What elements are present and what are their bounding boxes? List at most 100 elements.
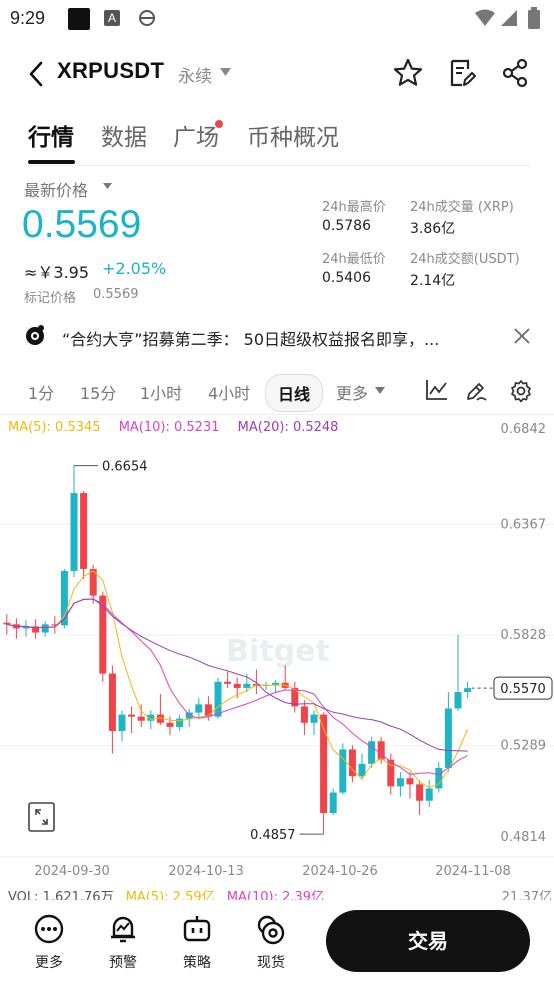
y-axis-tick-label: 0.5828 [501,628,547,643]
candle-up [214,681,222,717]
bottom-action-bar: 更多 预警 策略 现货 交易 [0,900,554,984]
volume-24h-value: 3.86亿 [410,221,456,237]
battery-icon [528,7,540,29]
high-24h-value: 0.5786 [322,218,371,234]
y-axis-tick-label: 0.5289 [501,739,547,754]
trade-button[interactable]: 交易 [326,910,530,972]
app-notification-icon [68,8,90,30]
candle-up [118,714,126,731]
candle-down [137,716,145,721]
high-24h-label: 24h最高价 [322,200,386,215]
x-axis-tick-label: 2024-10-13 [168,864,244,879]
indicator-icon[interactable] [426,379,448,401]
candle-down [233,683,241,688]
price-type-label[interactable]: 最新价格 [24,177,88,201]
candle-down [377,741,385,760]
candle-down [204,704,212,717]
candle-up [195,704,203,713]
candle-up [464,688,472,693]
x-axis-tick-label: 2024-11-08 [435,864,511,879]
mark-price-label: 标记价格 [24,291,77,306]
alert-bell-icon [111,916,135,943]
ma-legend: MA(5): 0.5345 MA(10): 0.5231 MA(20): 0.5… [8,420,339,435]
ma5-legend: MA(5) [8,420,47,435]
candle-up [368,741,376,764]
notice-banner[interactable]: “合约大亨”招募第二季： 50日超级权益报名即享，... [22,318,534,354]
timeframe-4h[interactable]: 4小时 [208,380,250,404]
candle-up [329,792,337,814]
candlestick-chart[interactable]: 0.6842 0.6367 0.5828 0.5289 0.4814 Bitget 0.66… [0,415,554,885]
status-time: 9:29 [10,8,46,28]
close-icon[interactable] [513,327,531,345]
share-icon[interactable] [501,58,529,88]
amount-24h-value: 2.14亿 [410,273,456,289]
candle-up [70,493,78,571]
timeframe-1m[interactable]: 1分 [28,380,54,404]
nav-spot[interactable]: 现货 [246,914,296,971]
candle-down [99,595,107,674]
spot-icon [257,915,285,945]
amount-24h-label: 24h成交额(USDT) [410,252,520,267]
nav-more-label: 更多 [35,955,63,971]
more-dropdown-icon[interactable] [374,386,386,395]
candle-up [358,763,366,777]
nav-more[interactable]: 更多 [24,914,74,971]
current-price-label: 0.5570 [500,682,546,697]
tab-data[interactable]: 数据 [101,118,147,152]
price-change: +2.05% [102,259,167,278]
candle-up [425,788,433,801]
ma10-value: 0.5231 [174,420,220,435]
timeframe-15m[interactable]: 15分 [80,380,116,404]
y-axis-tick-label: 0.6842 [501,422,547,437]
tabs-divider [24,165,530,166]
last-price: 0.5569 [22,203,142,246]
candle-down [416,784,424,801]
timeframe-1d[interactable]: 日线 [265,374,324,412]
tab-square-badge [215,120,223,128]
symbol-title[interactable]: XRPUSDT [57,58,164,84]
candle-down [166,722,174,727]
low-marker-label: 0.4857 [250,828,296,843]
signal-icon [501,10,517,26]
contract-type[interactable]: 永续 [178,62,212,87]
more-icon [34,914,64,944]
timeframe-more[interactable]: 更多 [336,380,368,404]
timeframe-1h[interactable]: 1小时 [140,380,182,404]
low-24h-label: 24h最低价 [322,252,386,267]
candle-down [3,622,11,625]
ma5-value: 0.5345 [55,420,101,435]
candle-up [444,708,452,768]
back-icon[interactable] [26,60,46,88]
ma10-legend: MA(10) [118,420,166,435]
x-axis-tick-label: 2024-09-30 [34,864,110,879]
tab-square[interactable]: 广场 [173,118,219,152]
note-edit-icon[interactable] [448,58,476,88]
candle-up [243,683,251,688]
status-bar: 9:29 A [0,0,554,36]
y-axis-tick-label: 0.6367 [501,517,547,532]
nav-strategy[interactable]: 策略 [172,914,222,971]
candle-up [396,778,404,787]
announcement-icon [26,325,44,345]
star-icon[interactable] [392,57,424,89]
robot-icon [183,916,211,942]
wifi-icon [475,9,495,26]
y-axis-tick-label: 0.4814 [501,830,547,845]
x-axis-tick-label: 2024-10-26 [302,864,378,879]
candle-up [272,682,280,685]
keyboard-notification-icon: A [104,10,120,26]
price-cny: ≈￥3.95 [24,263,90,282]
nav-alert[interactable]: 预警 [98,914,148,971]
candle-up [454,692,462,709]
nav-strategy-label: 策略 [183,955,211,971]
settings-icon[interactable] [509,379,533,403]
price-type-dropdown-icon[interactable] [102,182,113,190]
tab-coin-overview[interactable]: 币种概况 [247,118,339,152]
fullscreen-icon[interactable] [28,802,56,832]
volume-24h-label: 24h成交量 (XRP) [410,200,514,215]
symbol-dropdown-icon[interactable] [219,67,232,77]
candle-up [310,714,318,723]
tab-market[interactable]: 行情 [28,118,74,152]
candle-down [300,706,308,723]
draw-tool-icon[interactable] [464,379,488,403]
